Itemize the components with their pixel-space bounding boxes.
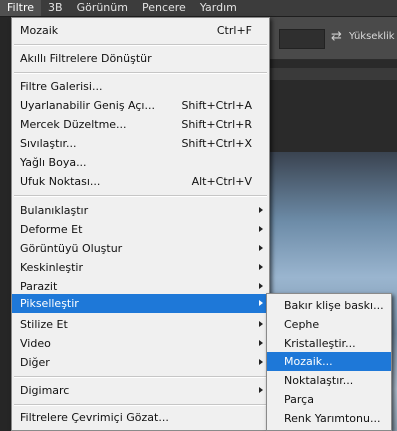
menu-item-label: Pikselleştir	[20, 297, 79, 310]
submenu-item-label: Noktalaştır...	[284, 374, 354, 387]
menu-item-label: Diğer	[20, 356, 50, 369]
menu-item-other[interactable]: Diğer	[12, 353, 269, 372]
submenu-arrow-icon	[259, 387, 263, 393]
menu-item-render[interactable]: Görüntüyü Oluştur	[12, 239, 269, 258]
submenu-arrow-icon	[259, 245, 263, 251]
menu-item-label: Deforme Et	[20, 223, 83, 236]
menu-separator	[14, 376, 267, 378]
submenu-item-mosaic[interactable]: Mozaik...	[267, 352, 391, 371]
submenu-arrow-icon	[259, 226, 263, 232]
menubar-help[interactable]: Yardım	[193, 0, 244, 16]
submenu-item-fragment[interactable]: Parça	[267, 390, 391, 409]
menu-item-label: Görüntüyü Oluştur	[20, 242, 123, 255]
submenu-item-crystallize[interactable]: Kristalleştir...	[267, 334, 391, 353]
submenu-item-mezzotint[interactable]: Bakır klişe baskı...	[267, 296, 391, 315]
submenu-item-label: Renk Yarımtonu...	[284, 412, 381, 425]
submenu-item-label: Kristalleştir...	[284, 337, 356, 350]
menu-item-label: Mercek Düzeltme...	[20, 118, 127, 131]
height-label: Yükseklik	[349, 31, 395, 42]
menu-item-oil-paint[interactable]: Yağlı Boya...	[12, 153, 269, 172]
submenu-item-color-halftone[interactable]: Renk Yarımtonu...	[267, 409, 391, 428]
menu-item-label: Mozaik	[20, 24, 59, 37]
menu-item-label: Keskinleştir	[20, 261, 84, 274]
menu-item-liquify[interactable]: Sıvılaştır... Shift+Ctrl+X	[12, 134, 269, 153]
submenu-item-label: Bakır klişe baskı...	[284, 299, 384, 312]
filter-menu: Mozaik Ctrl+F Akıllı Filtrelere Dönüştür…	[11, 17, 270, 431]
menubar-window[interactable]: Pencere	[135, 0, 193, 16]
menu-item-label: Uyarlanabilir Geniş Açı...	[20, 99, 155, 112]
width-input[interactable]	[279, 29, 325, 49]
menu-item-adaptive-wide-angle[interactable]: Uyarlanabilir Geniş Açı... Shift+Ctrl+A	[12, 96, 269, 115]
menu-item-distort[interactable]: Deforme Et	[12, 220, 269, 239]
menu-item-shortcut: Shift+Ctrl+R	[181, 118, 252, 131]
menu-separator	[14, 195, 267, 197]
submenu-item-pointillize[interactable]: Noktalaştır...	[267, 371, 391, 390]
menu-item-shortcut: Shift+Ctrl+A	[181, 99, 252, 112]
submenu-arrow-icon	[259, 264, 263, 270]
menu-item-convert-smart-filters[interactable]: Akıllı Filtrelere Dönüştür	[12, 49, 269, 68]
menu-item-stylize[interactable]: Stilize Et	[12, 315, 269, 334]
menu-item-last-filter[interactable]: Mozaik Ctrl+F	[12, 21, 269, 40]
submenu-arrow-icon	[259, 340, 263, 346]
menu-item-label: Bulanıklaştır	[20, 204, 89, 217]
menu-item-label: Sıvılaştır...	[20, 137, 77, 150]
menu-item-sharpen[interactable]: Keskinleştir	[12, 258, 269, 277]
menu-item-label: Stilize Et	[20, 318, 68, 331]
menu-item-shortcut: Alt+Ctrl+V	[191, 175, 252, 188]
menu-item-label: Filtre Galerisi...	[20, 80, 103, 93]
menu-separator	[14, 44, 267, 46]
submenu-arrow-icon	[259, 321, 263, 327]
pixelate-submenu: Bakır klişe baskı... Cephe Kristalleştir…	[266, 293, 392, 431]
submenu-arrow-icon	[259, 283, 263, 289]
menu-item-label: Akıllı Filtrelere Dönüştür	[20, 52, 152, 65]
menubar-filter[interactable]: Filtre	[0, 0, 42, 16]
menu-item-label: Filtrelere Çevrimiçi Gözat...	[20, 411, 169, 424]
menu-separator	[14, 404, 267, 406]
menu-item-pixelate[interactable]: Pikselleştir	[12, 294, 269, 313]
submenu-item-label: Mozaik...	[284, 355, 333, 368]
submenu-item-facet[interactable]: Cephe	[267, 315, 391, 334]
menubar-3d[interactable]: 3B	[41, 0, 70, 16]
menu-item-lens-correction[interactable]: Mercek Düzeltme... Shift+Ctrl+R	[12, 115, 269, 134]
menubar: Filtre 3B Görünüm Pencere Yardım	[0, 0, 397, 17]
menu-item-label: Digimarc	[20, 384, 70, 397]
swap-icon[interactable]: ⇄	[331, 29, 342, 44]
submenu-arrow-icon	[259, 300, 263, 306]
menubar-view[interactable]: Görünüm	[70, 0, 135, 16]
menu-item-video[interactable]: Video	[12, 334, 269, 353]
menu-item-shortcut: Ctrl+F	[216, 24, 252, 37]
menu-item-digimarc[interactable]: Digimarc	[12, 381, 269, 400]
menu-item-label: Yağlı Boya...	[20, 156, 87, 169]
document-tab[interactable]	[269, 68, 397, 80]
menu-item-browse-filters-online[interactable]: Filtrelere Çevrimiçi Gözat...	[12, 408, 269, 427]
menu-item-filter-gallery[interactable]: Filtre Galerisi...	[12, 77, 269, 96]
submenu-item-label: Parça	[284, 393, 314, 406]
submenu-arrow-icon	[259, 359, 263, 365]
options-bar: ⇄ Yükseklik	[269, 17, 397, 60]
menu-item-label: Ufuk Noktası...	[20, 175, 101, 188]
submenu-item-label: Cephe	[284, 318, 320, 331]
menu-item-label: Video	[20, 337, 51, 350]
submenu-arrow-icon	[259, 207, 263, 213]
menu-item-shortcut: Shift+Ctrl+X	[181, 137, 252, 150]
menu-item-blur[interactable]: Bulanıklaştır	[12, 201, 269, 220]
menu-item-vanishing-point[interactable]: Ufuk Noktası... Alt+Ctrl+V	[12, 172, 269, 191]
menu-separator	[14, 72, 267, 74]
